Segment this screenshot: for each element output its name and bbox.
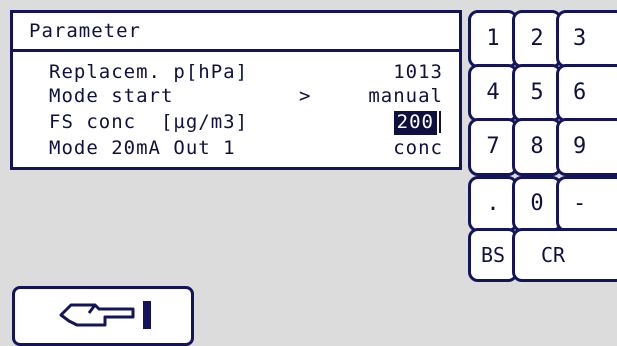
row-value: 1013 <box>393 61 443 83</box>
row-value: manual <box>368 85 443 107</box>
row-label: Mode 20mA Out 1 <box>49 137 236 159</box>
submenu-arrow: > <box>299 85 312 107</box>
key-2[interactable]: 2 <box>512 10 562 68</box>
edit-value-field[interactable]: 200 <box>393 111 437 135</box>
key-carriage-return[interactable]: CR <box>512 228 617 282</box>
numeric-keypad: 1 2 3 4 5 6 7 8 9 . 0 - BS CR <box>468 10 617 285</box>
key-7[interactable]: 7 <box>468 118 518 176</box>
key-decimal-point[interactable]: . <box>468 176 518 232</box>
panel-title: Parameter <box>13 13 459 52</box>
row-replacement-pressure[interactable]: Replacem. p[hPa] 1013 <box>29 61 449 83</box>
row-fs-conc[interactable]: FS conc [µg/m3] 200 <box>29 111 449 135</box>
row-mode-20ma-out1[interactable]: Mode 20mA Out 1 conc <box>29 137 449 159</box>
key-backspace[interactable]: BS <box>468 228 518 282</box>
row-label: FS conc [µg/m3] <box>49 111 249 133</box>
text-cursor <box>439 111 445 133</box>
pointing-hand-icon <box>55 293 155 333</box>
key-5[interactable]: 5 <box>512 64 562 122</box>
parameter-panel: Parameter Replacem. p[hPa] 1013 Mode sta… <box>10 10 462 170</box>
key-0[interactable]: 0 <box>512 176 562 232</box>
key-3[interactable]: 3 <box>556 10 617 68</box>
touch-mode-button[interactable] <box>12 286 194 346</box>
row-label: Mode start <box>49 85 174 107</box>
key-6[interactable]: 6 <box>556 64 617 122</box>
row-mode-start[interactable]: Mode start > manual <box>29 85 449 107</box>
key-9[interactable]: 9 <box>556 118 617 176</box>
key-1[interactable]: 1 <box>468 10 518 68</box>
row-label: Replacem. p[hPa] <box>49 61 249 83</box>
row-value: conc <box>393 137 443 159</box>
key-minus[interactable]: - <box>556 176 617 232</box>
key-8[interactable]: 8 <box>512 118 562 176</box>
key-4[interactable]: 4 <box>468 64 518 122</box>
